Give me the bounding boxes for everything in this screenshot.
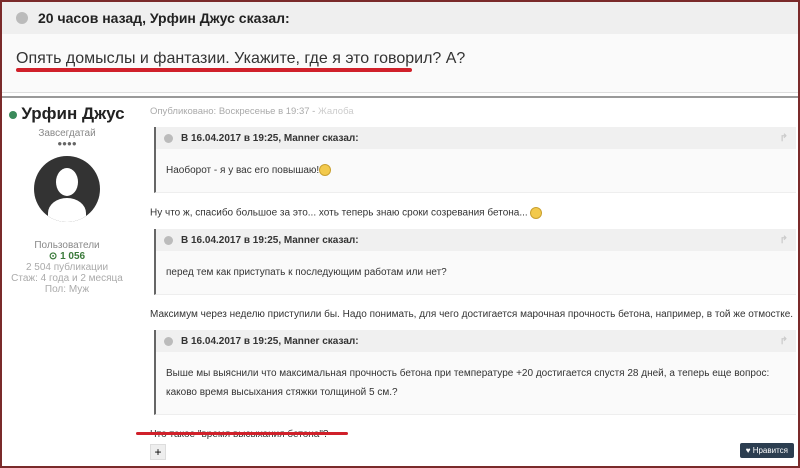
- quote-header: В 16.04.2017 в 19:25, Manner сказал:: [181, 335, 359, 347]
- reply-text: Максимум через неделю приступили бы. Над…: [150, 309, 794, 320]
- user-group: Пользователи: [34, 240, 100, 251]
- post-content: Опубликовано: Воскресенье в 19:37 - Жало…: [150, 98, 796, 440]
- user-gender: Пол: Муж: [44, 284, 90, 295]
- quote-header: 20 часов назад, Урфин Джус сказал:: [2, 2, 798, 34]
- user-tenure: Стаж: 4 года и 2 месяца: [11, 273, 123, 284]
- collapse-icon[interactable]: [16, 12, 28, 24]
- quote-text: Наоборот - я у вас его повышаю!: [166, 165, 320, 176]
- quoted-post: 20 часов назад, Урфин Джус сказал: Опять…: [2, 2, 798, 93]
- user-rank: Завсегдатай: [38, 128, 96, 139]
- reply-text: Ну что ж, спасибо большое за это... хоть…: [150, 207, 796, 219]
- quote-body: Опять домыслы и фантазии. Укажите, где я…: [16, 50, 466, 67]
- user-sidebar: Урфин Джус Завсегдатай ●●●● Пользователи…: [2, 98, 132, 295]
- quote-text: Выше мы выяснили что максимальная прочно…: [166, 368, 770, 398]
- like-button[interactable]: ♥ Нравится: [739, 443, 794, 458]
- rank-pips: ●●●●: [57, 139, 77, 148]
- quote-header: В 16.04.2017 в 19:25, Manner сказал:: [181, 132, 359, 144]
- smiley-icon: [319, 164, 332, 177]
- collapse-icon[interactable]: [164, 336, 173, 346]
- collapse-icon[interactable]: [164, 235, 173, 245]
- online-icon: [9, 111, 18, 119]
- quote-text: перед тем как приступать к последующим р…: [166, 267, 447, 278]
- share-icon[interactable]: ↱: [780, 133, 788, 144]
- report-link[interactable]: Жалоба: [318, 106, 354, 117]
- multiquote-button[interactable]: +: [150, 444, 166, 460]
- share-icon[interactable]: ↱: [780, 336, 788, 347]
- red-underline: [136, 432, 348, 435]
- share-icon[interactable]: ↱: [780, 235, 788, 246]
- user-posts: 2 504 публикации: [25, 262, 109, 273]
- quote-author: 20 часов назад, Урфин Джус сказал:: [38, 10, 290, 26]
- red-underline: [16, 68, 412, 72]
- post-meta: Опубликовано: Воскресенье в 19:37 - Жало…: [150, 106, 354, 117]
- quote-block: В 16.04.2017 в 19:25, Manner сказал: ↱ Вы…: [154, 330, 796, 415]
- quote-header: В 16.04.2017 в 19:25, Manner сказал:: [181, 234, 359, 246]
- user-name[interactable]: Урфин Джус: [2, 104, 132, 124]
- user-reputation: ⊙ 1 056: [48, 251, 86, 262]
- quote-block: В 16.04.2017 в 19:25, Manner сказал: ↱ На…: [154, 127, 796, 193]
- quote-block: В 16.04.2017 в 19:25, Manner сказал: ↱ пе…: [154, 229, 796, 295]
- avatar[interactable]: [34, 156, 100, 222]
- forum-post: Урфин Джус Завсегдатай ●●●● Пользователи…: [2, 96, 798, 466]
- laugh-icon: [530, 207, 543, 219]
- collapse-icon[interactable]: [164, 133, 173, 143]
